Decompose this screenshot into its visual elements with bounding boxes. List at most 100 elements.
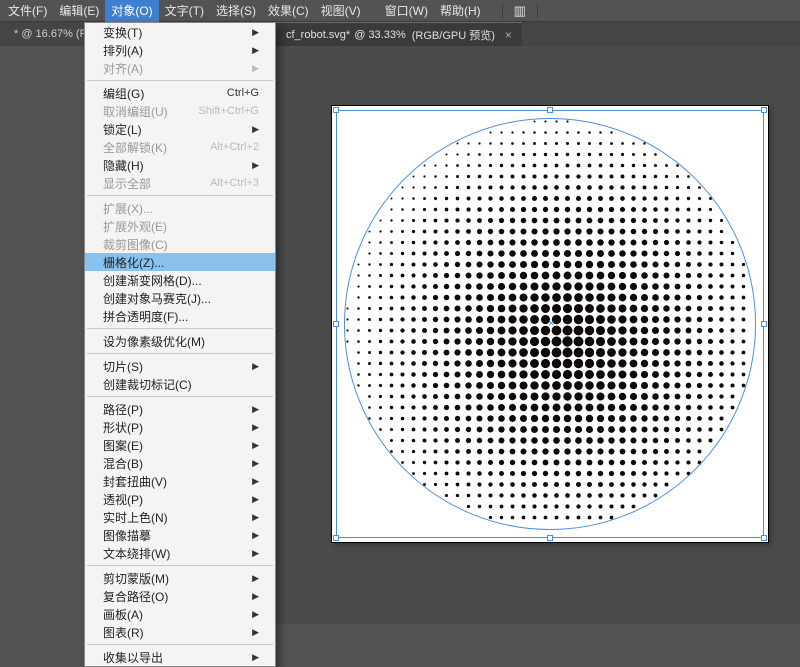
menu-item[interactable]: 创建裁切标记(C) <box>85 375 275 393</box>
menu-item[interactable]: 收集以导出▶ <box>85 648 275 666</box>
selection-bounding-box[interactable]: ✕ <box>336 110 764 538</box>
handle-nw[interactable] <box>333 107 339 113</box>
doc-tab-name: cf_robot.svg* <box>286 29 350 41</box>
menubar-view[interactable]: 视图(V) <box>315 0 367 22</box>
menu-item-label: 创建渐变网格(D)... <box>103 272 202 289</box>
menu-item[interactable]: 创建渐变网格(D)... <box>85 271 275 289</box>
menu-item[interactable]: 创建对象马赛克(J)... <box>85 289 275 307</box>
menu-item-label: 取消编组(U) <box>103 103 168 120</box>
menu-item-shortcut: Shift+Ctrl+G <box>198 105 259 117</box>
menu-item-label: 全部解锁(K) <box>103 139 167 156</box>
menu-item[interactable]: 复合路径(O)▶ <box>85 587 275 605</box>
menu-item-shortcut: Ctrl+G <box>227 87 259 99</box>
menubar-type[interactable]: 文字(T) <box>159 0 210 22</box>
menu-item-label: 收集以导出 <box>103 649 163 666</box>
menu-item[interactable]: 图像描摹 ▶ <box>85 526 275 544</box>
menubar-select[interactable]: 选择(S) <box>210 0 262 22</box>
menubar-effect[interactable]: 效果(C) <box>262 0 315 22</box>
menu-item[interactable]: 隐藏(H) ▶ <box>85 156 275 174</box>
submenu-arrow-icon: ▶ <box>252 160 259 171</box>
menu-item[interactable]: 封套扭曲(V) ▶ <box>85 472 275 490</box>
handle-s[interactable] <box>547 535 553 541</box>
menu-item[interactable]: 排列(A)▶ <box>85 41 275 59</box>
doc-tab-mode: (RGB/GPU 预览) <box>412 27 495 43</box>
menu-item[interactable]: 文本绕排(W) ▶ <box>85 544 275 562</box>
menu-item: 显示全部 Alt+Ctrl+3 <box>85 174 275 192</box>
handle-w[interactable] <box>333 321 339 327</box>
menu-item-shortcut: Alt+Ctrl+2 <box>210 141 259 153</box>
submenu-arrow-icon: ▶ <box>252 404 259 415</box>
submenu-arrow-icon: ▶ <box>252 573 259 584</box>
menu-item[interactable]: 混合(B) ▶ <box>85 454 275 472</box>
submenu-arrow-icon: ▶ <box>252 627 259 638</box>
menu-item-label: 图案(E) <box>103 437 143 454</box>
handle-e[interactable] <box>761 321 767 327</box>
menu-separator <box>87 644 273 645</box>
menu-item[interactable]: 切片(S)▶ <box>85 357 275 375</box>
menu-item-label: 复合路径(O) <box>103 588 168 605</box>
handle-n[interactable] <box>547 107 553 113</box>
handle-se[interactable] <box>761 535 767 541</box>
menu-item-label: 图表(R) <box>103 624 144 641</box>
menubar-object[interactable]: 对象(O) <box>105 0 158 22</box>
menu-item-label: 形状(P) <box>103 419 143 436</box>
doc-tab-1[interactable]: * @ 16.67% (R <box>8 22 95 46</box>
menu-item-label: 剪切蒙版(M) <box>103 570 169 587</box>
menu-item[interactable]: 路径(P)▶ <box>85 400 275 418</box>
menubar-divider <box>502 4 503 18</box>
submenu-arrow-icon: ▶ <box>252 422 259 433</box>
menu-item[interactable]: 透视(P)▶ <box>85 490 275 508</box>
menu-item[interactable]: 锁定(L) ▶ <box>85 120 275 138</box>
menu-separator <box>87 195 273 196</box>
selection-center-icon: ✕ <box>548 322 552 326</box>
menubar-file[interactable]: 文件(F) <box>2 0 53 22</box>
menu-item-label: 混合(B) <box>103 455 143 472</box>
menu-item-shortcut: Alt+Ctrl+3 <box>210 177 259 189</box>
menu-item[interactable]: 拼合透明度(F)... <box>85 307 275 325</box>
menu-item-label: 栅格化(Z)... <box>103 254 164 271</box>
panel-arrange-icon[interactable]: ▥ <box>506 0 534 22</box>
doc-tab-active[interactable]: cf_robot.svg* @ 33.33% (RGB/GPU 预览) × <box>276 22 522 46</box>
handle-sw[interactable] <box>333 535 339 541</box>
submenu-arrow-icon: ▶ <box>252 458 259 469</box>
menubar-edit[interactable]: 编辑(E) <box>53 0 105 22</box>
menu-item-label: 显示全部 <box>103 175 151 192</box>
handle-ne[interactable] <box>761 107 767 113</box>
menubar-help[interactable]: 帮助(H) <box>434 0 487 22</box>
menu-item[interactable]: 实时上色(N)▶ <box>85 508 275 526</box>
menu-item-label: 隐藏(H) <box>103 157 144 174</box>
submenu-arrow-icon: ▶ <box>252 124 259 135</box>
canvas-area[interactable]: ✕ <box>276 46 800 624</box>
submenu-arrow-icon: ▶ <box>252 476 259 487</box>
close-icon[interactable]: × <box>505 28 512 42</box>
menu-item[interactable]: 剪切蒙版(M) ▶ <box>85 569 275 587</box>
menu-item[interactable]: 设为像素级优化(M) <box>85 332 275 350</box>
submenu-arrow-icon: ▶ <box>252 548 259 559</box>
menubar-divider <box>537 4 538 18</box>
menu-item[interactable]: 形状(P) ▶ <box>85 418 275 436</box>
menu-item[interactable]: 栅格化(Z)... <box>85 253 275 271</box>
menu-item-label: 拼合透明度(F)... <box>103 308 188 325</box>
menu-item[interactable]: 图表(R) ▶ <box>85 623 275 641</box>
submenu-arrow-icon: ▶ <box>252 530 259 541</box>
menu-item: 全部解锁(K) Alt+Ctrl+2 <box>85 138 275 156</box>
submenu-arrow-icon: ▶ <box>252 27 259 38</box>
menu-item-label: 画板(A) <box>103 606 143 623</box>
menubar-window[interactable]: 窗口(W) <box>379 0 434 22</box>
menu-item-label: 封套扭曲(V) <box>103 473 167 490</box>
menu-item: 裁剪图像(C) <box>85 235 275 253</box>
menu-item[interactable]: 编组(G)Ctrl+G <box>85 84 275 102</box>
menu-item[interactable]: 画板(A)▶ <box>85 605 275 623</box>
menu-item-label: 图像描摹 <box>103 527 151 544</box>
menu-item-label: 透视(P) <box>103 491 143 508</box>
menu-item-label: 设为像素级优化(M) <box>103 333 205 350</box>
menu-item-label: 文本绕排(W) <box>103 545 170 562</box>
doc-tabbar-right: cf_robot.svg* @ 33.33% (RGB/GPU 预览) × <box>276 22 522 46</box>
menu-item-label: 锁定(L) <box>103 121 142 138</box>
menu-separator <box>87 565 273 566</box>
menu-separator <box>87 396 273 397</box>
menu-separator <box>87 353 273 354</box>
object-menu-dropdown: 变换(T)▶排列(A)▶对齐(A)▶编组(G)Ctrl+G取消编组(U)Shif… <box>84 22 276 667</box>
menu-item[interactable]: 变换(T)▶ <box>85 23 275 41</box>
menu-item[interactable]: 图案(E)▶ <box>85 436 275 454</box>
